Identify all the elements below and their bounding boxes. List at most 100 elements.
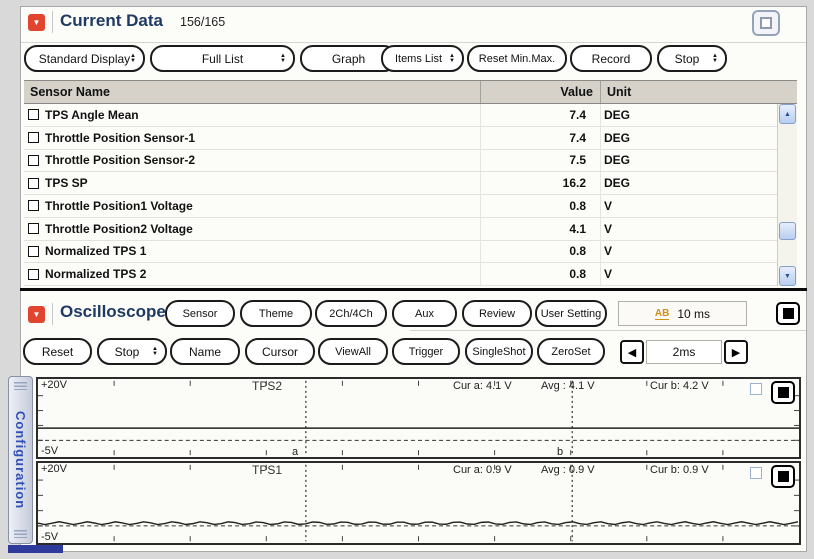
items-list-button[interactable]: Items List ▲▼ [381,45,464,72]
sensor-unit: DEG [604,108,630,122]
sensor-unit: DEG [604,176,630,190]
cursor-button[interactable]: Cursor [245,338,315,365]
sensor-unit: V [604,267,612,281]
sensor-value: 0.8 [485,244,586,258]
timebase-decrease-button[interactable]: ◀ [620,340,644,364]
table-row[interactable]: TPS Angle Mean7.4DEG [24,104,777,127]
button-label: User Setting [541,308,602,320]
row-checkbox[interactable] [28,269,39,280]
table-scrollbar[interactable]: ▲ ▼ [777,104,797,286]
left-arrow-icon: ◀ [628,346,636,359]
grip-icon [14,382,27,390]
channel-checkbox[interactable] [750,467,762,479]
channel-checkbox[interactable] [750,383,762,395]
sensor-name: Normalized TPS 2 [45,267,485,281]
oscilloscope-channel-2: +20V -5V TPS1 Cur a: 0.9 V Avg : 0.9 V C… [36,461,801,545]
scroll-down-button[interactable]: ▼ [779,266,796,286]
row-checkbox[interactable] [28,178,39,189]
ab-time-display: AB 10 ms [618,301,747,326]
row-checkbox[interactable] [28,155,39,166]
vmin-label: -5V [41,445,58,457]
table-row[interactable]: Throttle Position Sensor-27.5DEG [24,150,777,173]
scope-stop-button[interactable]: Stop ▲▼ [97,338,167,365]
standard-display-button[interactable]: Standard Display ▲▼ [24,45,145,72]
sensor-table: TPS Angle Mean7.4DEG Throttle Position S… [24,104,777,286]
button-label: ViewAll [335,346,371,358]
button-label: Reset Min.Max. [479,53,555,65]
sensor-unit: V [604,244,612,258]
grip-icon [14,530,27,538]
zeroset-button[interactable]: ZeroSet [537,338,605,365]
timebase-increase-button[interactable]: ▶ [724,340,748,364]
button-label: Review [479,308,515,320]
theme-button[interactable]: Theme [240,300,312,327]
dropdown-arrows-icon: ▲▼ [449,54,455,64]
aux-button[interactable]: Aux [392,300,457,327]
oscilloscope-stop-button[interactable] [776,302,800,325]
section-collapse-icon[interactable]: ▼ [28,306,45,323]
sensor-unit: DEG [604,153,630,167]
stop-button[interactable]: Stop ▲▼ [657,45,727,72]
singleshot-button[interactable]: SingleShot [465,338,533,365]
button-label: Trigger [409,346,443,358]
filled-square-icon [778,387,789,398]
full-list-button[interactable]: Full List ▲▼ [150,45,295,72]
vmax-label: +20V [41,463,67,475]
section-separator [20,288,807,291]
table-row[interactable]: Normalized TPS 10.8V [24,241,777,264]
button-label: SingleShot [472,346,525,358]
sensor-unit: DEG [604,131,630,145]
table-row[interactable]: Throttle Position2 Voltage4.1V [24,218,777,241]
column-divider [600,104,601,286]
table-row[interactable]: TPS SP16.2DEG [24,172,777,195]
scroll-down-icon: ▼ [784,273,791,280]
configuration-tab[interactable]: Configuration [8,376,33,544]
row-checkbox[interactable] [28,246,39,257]
sensor-name: TPS Angle Mean [45,108,485,122]
reset-button[interactable]: Reset [23,338,92,365]
scrollbar-thumb[interactable] [779,222,796,240]
row-checkbox[interactable] [28,109,39,120]
section-collapse-icon[interactable]: ▼ [28,14,45,31]
ab-time-value: 10 ms [677,307,710,321]
col-value[interactable]: Value [480,85,593,99]
configuration-tab-label: Configuration [13,395,28,525]
table-row[interactable]: Throttle Position Sensor-17.4DEG [24,127,777,150]
name-button[interactable]: Name [170,338,240,365]
cursor-a-label: a [292,446,298,458]
sensor-button[interactable]: Sensor [165,300,235,327]
viewall-button[interactable]: ViewAll [318,338,388,365]
row-checkbox[interactable] [28,223,39,234]
avg-readout: Avg : 0.9 V [541,464,595,476]
table-row[interactable]: Normalized TPS 20.8V [24,263,777,286]
button-label: Record [592,52,631,66]
vmin-label: -5V [41,531,58,543]
trigger-button[interactable]: Trigger [392,338,460,365]
channel-name: TPS2 [252,379,282,393]
sensor-value: 0.8 [485,199,586,213]
row-checkbox[interactable] [28,132,39,143]
oscilloscope-title: Oscilloscope [60,302,166,322]
button-label: Cursor [262,345,298,359]
divider [21,42,806,43]
dropdown-arrows-icon: ▲▼ [130,54,136,64]
channel-stop-button[interactable] [771,381,795,404]
button-label: Name [189,345,221,359]
scroll-up-icon: ▲ [784,111,791,118]
row-checkbox[interactable] [28,200,39,211]
table-row[interactable]: Throttle Position1 Voltage0.8V [24,195,777,218]
user-setting-button[interactable]: User Setting [535,300,607,327]
sensor-name: Throttle Position Sensor-2 [45,153,485,167]
review-button[interactable]: Review [462,300,532,327]
right-arrow-icon: ▶ [732,346,740,359]
cursor-b-readout: Cur b: 4.2 V [650,380,709,392]
2ch-4ch-button[interactable]: 2Ch/4Ch [315,300,387,327]
col-unit[interactable]: Unit [607,85,631,99]
channel-stop-button[interactable] [771,465,795,488]
record-button[interactable]: Record [570,45,652,72]
scroll-up-button[interactable]: ▲ [779,104,796,124]
reset-minmax-button[interactable]: Reset Min.Max. [467,45,567,72]
col-sensor-name[interactable]: Sensor Name [30,85,110,99]
window-control-button[interactable] [752,10,780,36]
sensor-name: Throttle Position1 Voltage [45,199,485,213]
